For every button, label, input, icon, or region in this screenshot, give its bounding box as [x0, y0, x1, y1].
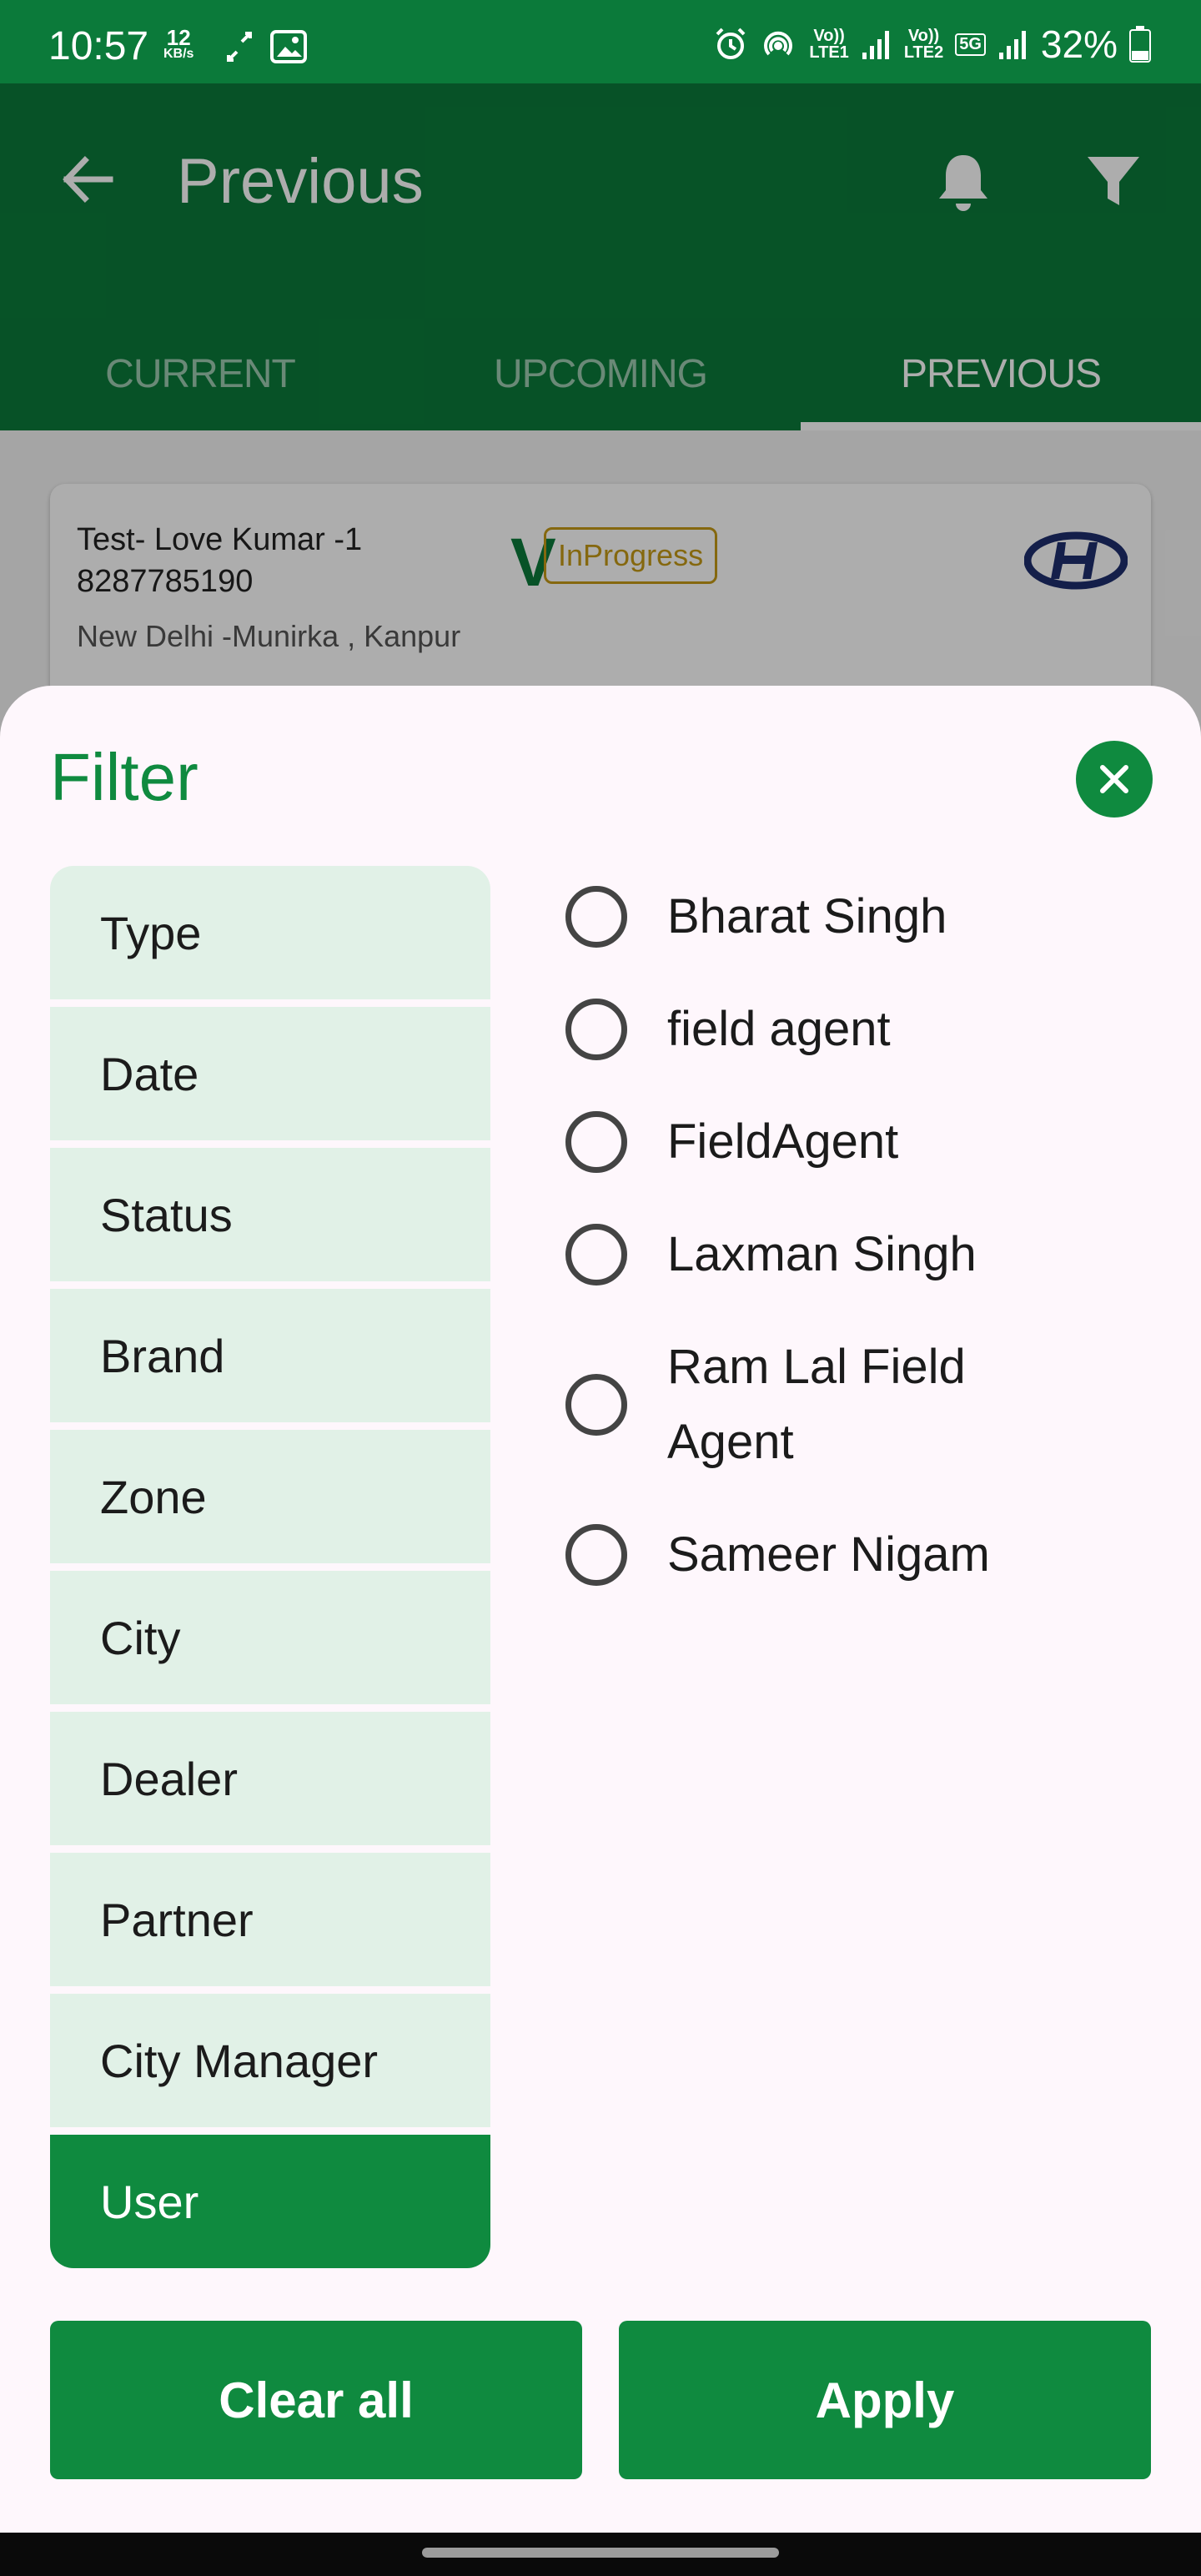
filter-category-list: Type Date Status Brand Zone City Dealer …: [50, 866, 490, 2276]
filter-option[interactable]: Laxman Singh: [565, 1217, 1149, 1292]
radio-button[interactable]: [565, 1111, 627, 1173]
filter-title: Filter: [50, 740, 198, 814]
sim1-type: LTE1: [809, 43, 849, 62]
close-button[interactable]: [1076, 741, 1153, 818]
filter-category-date[interactable]: Date: [50, 1007, 490, 1140]
radio-button[interactable]: [565, 1224, 627, 1285]
sim2-type: LTE2: [903, 43, 944, 62]
battery-level: 32%: [1040, 23, 1118, 66]
radio-button[interactable]: [565, 1524, 627, 1586]
filter-option[interactable]: field agent: [565, 992, 1149, 1067]
filter-option[interactable]: Sameer Nigam: [565, 1517, 1149, 1592]
filter-option[interactable]: Ram Lal Field Agent: [565, 1330, 1149, 1480]
apply-button[interactable]: Apply: [619, 2321, 1151, 2479]
filter-option[interactable]: FieldAgent: [565, 1104, 1149, 1180]
signal-icon: [862, 31, 889, 59]
filter-sheet: Filter Type Date Status Brand Zone City …: [0, 686, 1201, 2533]
filter-category-brand[interactable]: Brand: [50, 1289, 490, 1422]
network-speed: 12 KB/s: [163, 27, 194, 62]
filter-category-partner[interactable]: Partner: [50, 1853, 490, 1986]
sync-icon: [227, 32, 252, 62]
filter-option-label: FieldAgent: [667, 1114, 899, 1169]
filter-category-city-manager[interactable]: City Manager: [50, 1994, 490, 2127]
hotspot-icon: [764, 31, 793, 56]
network-type: 5G: [955, 33, 986, 56]
filter-option-label: Ram Lal Field Agent: [667, 1340, 966, 1469]
filter-category-zone[interactable]: Zone: [50, 1430, 490, 1563]
filter-option[interactable]: Bharat Singh: [565, 879, 1149, 954]
filter-option-label: Laxman Singh: [667, 1227, 977, 1281]
status-right: Vo)) LTE1 Vo)) LTE2 5G 32%: [714, 22, 1151, 67]
status-bar: 10:57 12 KB/s Vo)) LTE1 Vo)) LTE2 5G 32%: [0, 0, 1201, 83]
home-gesture-handle[interactable]: [422, 2548, 779, 2558]
radio-button[interactable]: [565, 1374, 627, 1436]
alarm-icon: [716, 28, 746, 59]
radio-button[interactable]: [565, 999, 627, 1060]
clear-all-button[interactable]: Clear all: [50, 2321, 582, 2479]
filter-option-label: Bharat Singh: [667, 889, 947, 943]
network-speed-unit: KB/s: [163, 47, 194, 61]
sim1-label: Vo)) LTE1: [809, 27, 849, 62]
filter-option-list: Bharat Singh field agent FieldAgent Laxm…: [565, 879, 1149, 1592]
navigation-bar: [0, 2533, 1201, 2576]
filter-option-label: field agent: [667, 1002, 891, 1056]
radio-button[interactable]: [565, 886, 627, 948]
filter-category-user[interactable]: User: [50, 2135, 490, 2268]
filter-category-type[interactable]: Type: [50, 866, 490, 999]
image-icon: [270, 30, 307, 63]
battery-icon: [1129, 26, 1151, 63]
filter-category-dealer[interactable]: Dealer: [50, 1712, 490, 1845]
signal-icon: [998, 31, 1026, 59]
filter-category-status[interactable]: Status: [50, 1148, 490, 1281]
status-time: 10:57: [48, 24, 149, 68]
filter-category-city[interactable]: City: [50, 1571, 490, 1704]
close-icon: [1100, 765, 1128, 793]
filter-option-label: Sameer Nigam: [667, 1527, 990, 1582]
sim2-label: Vo)) LTE2: [903, 27, 944, 62]
